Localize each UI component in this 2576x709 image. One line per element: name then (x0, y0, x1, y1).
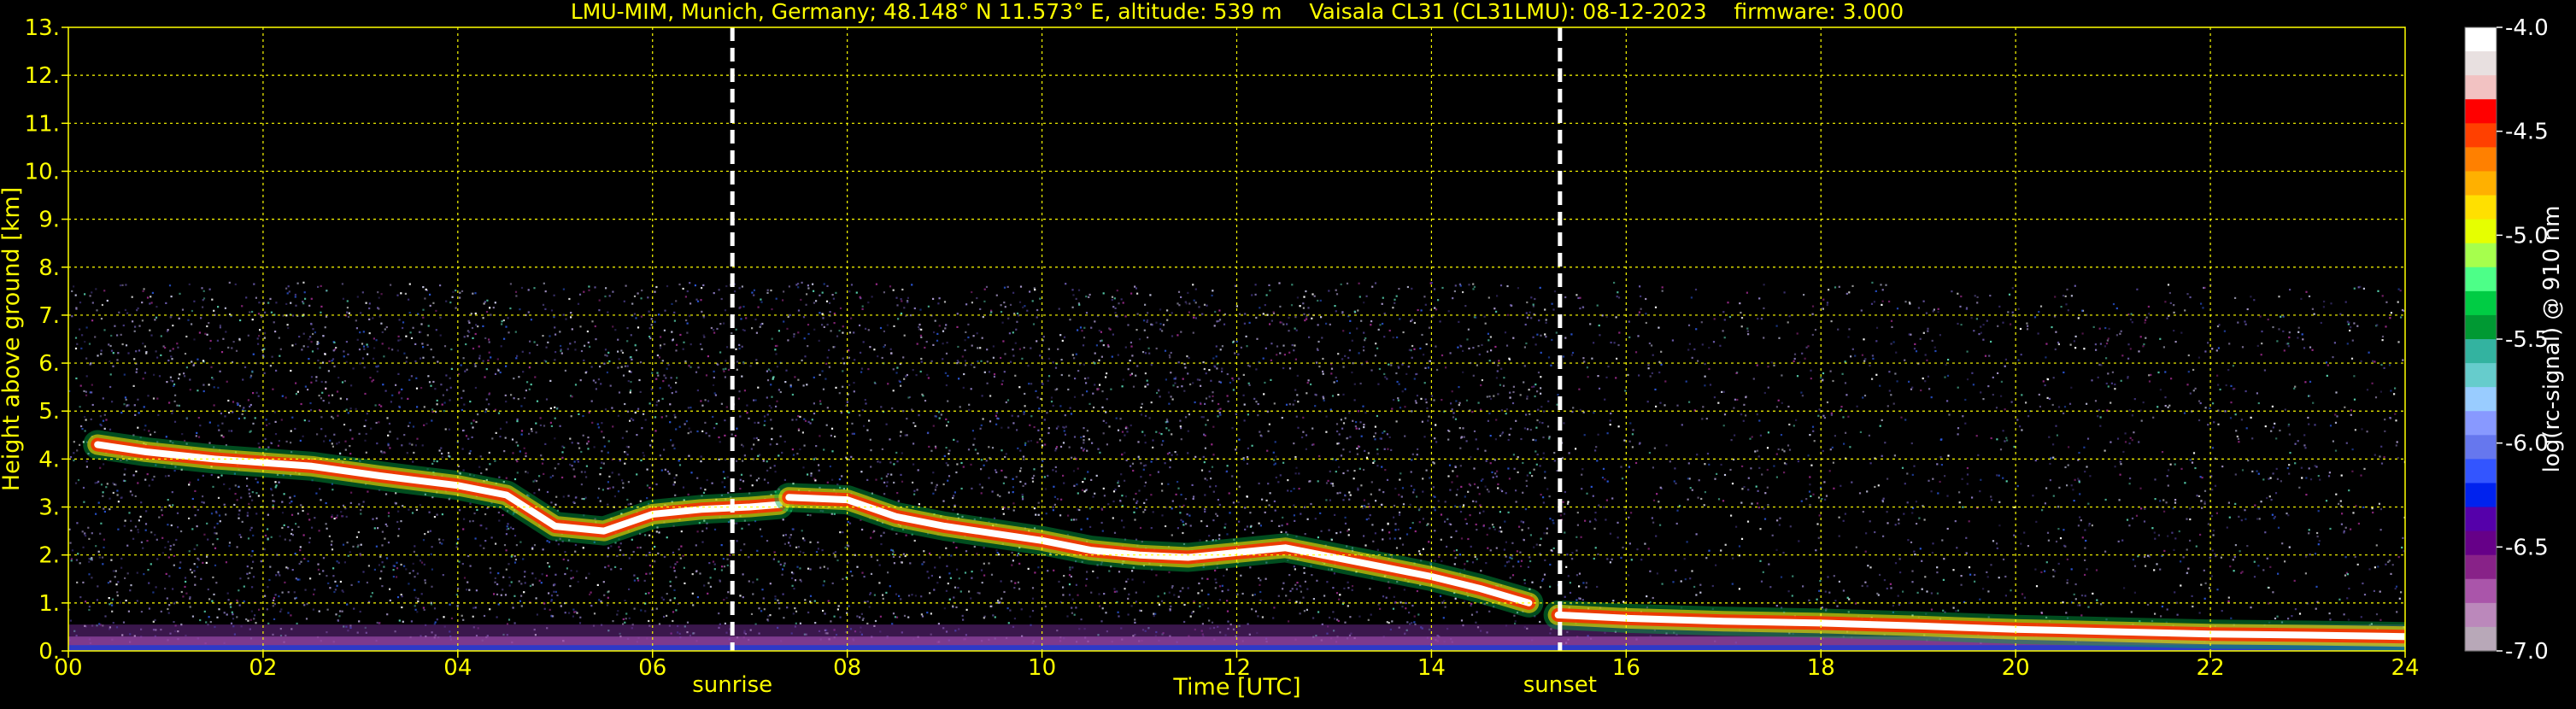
colorbar-tick-label: -6.5 (2505, 535, 2549, 560)
colorbar-segment (2465, 435, 2497, 460)
colorbar-segment (2465, 579, 2497, 604)
x-tick-label: 08 (833, 655, 861, 681)
colorbar-segment (2465, 196, 2497, 220)
x-tick-label: 22 (2197, 655, 2225, 681)
x-tick-label: 02 (249, 655, 277, 681)
colorbar-segment (2465, 339, 2497, 364)
y-tick-label: 9. (38, 208, 60, 233)
sunset-label: sunset (1523, 672, 1597, 698)
y-tick-label: 4. (38, 447, 60, 472)
x-tick-label: 14 (1417, 655, 1446, 681)
colorbar-segment (2465, 603, 2497, 628)
x-tick-label: 20 (2002, 655, 2030, 681)
colorbar-segment (2465, 363, 2497, 388)
colorbar-segment (2465, 315, 2497, 340)
chart-title: LMU-MIM, Munich, Germany; 48.148° N 11.5… (571, 0, 1904, 24)
y-tick-label: 13. (25, 15, 60, 41)
colorbar-segment (2465, 75, 2497, 100)
colorbar-tick-label: -4.0 (2505, 15, 2549, 41)
colorbar-tick-label: -7.0 (2505, 639, 2549, 665)
colorbar-segment (2465, 123, 2497, 148)
y-tick-label: 2. (38, 543, 60, 569)
y-tick-label: 12. (25, 63, 60, 89)
colorbar-segment (2465, 459, 2497, 483)
x-axis-label: Time [UTC] (1172, 674, 1300, 700)
y-tick-label: 6. (38, 351, 60, 377)
colorbar-segment (2465, 51, 2497, 76)
colorbar-segment (2465, 147, 2497, 172)
colorbar-segment (2465, 411, 2497, 436)
colorbar-segment (2465, 531, 2497, 556)
colorbar-tick-label: -4.5 (2505, 120, 2549, 145)
colorbar-segment (2465, 27, 2497, 52)
y-tick-label: 10. (25, 159, 60, 185)
colorbar-segment (2465, 483, 2497, 507)
ceilometer-figure: LMU-MIM, Munich, Germany; 48.148° N 11.5… (0, 0, 2576, 706)
colorbar-segment (2465, 171, 2497, 196)
x-tick-label: 06 (638, 655, 666, 681)
colorbar-segment (2465, 387, 2497, 412)
backscatter-chart: LMU-MIM, Munich, Germany; 48.148° N 11.5… (0, 0, 2576, 706)
x-tick-label: 18 (1807, 655, 1835, 681)
colorbar-segment (2465, 507, 2497, 532)
colorbar-segment (2465, 243, 2497, 268)
y-tick-label: 5. (38, 399, 60, 425)
y-tick-label: 0. (38, 639, 60, 665)
x-tick-label: 10 (1028, 655, 1056, 681)
y-axis-label: Height above ground [km] (0, 187, 25, 491)
colorbar-label: log(rc-signal) @ 910 nm (2539, 206, 2565, 473)
colorbar-segment (2465, 291, 2497, 316)
y-tick-label: 7. (38, 303, 60, 329)
colorbar-segment (2465, 555, 2497, 580)
sunrise-label: sunrise (692, 672, 772, 698)
colorbar-segment (2465, 220, 2497, 244)
x-tick-label: 24 (2391, 655, 2419, 681)
x-tick-label: 04 (443, 655, 472, 681)
colorbar-segment (2465, 99, 2497, 124)
y-tick-label: 3. (38, 495, 60, 521)
y-tick-label: 1. (38, 591, 60, 617)
colorbar-segment (2465, 627, 2497, 652)
x-tick-label: 16 (1612, 655, 1640, 681)
y-tick-label: 11. (25, 111, 60, 137)
colorbar-segment (2465, 267, 2497, 292)
y-tick-label: 8. (38, 255, 60, 281)
